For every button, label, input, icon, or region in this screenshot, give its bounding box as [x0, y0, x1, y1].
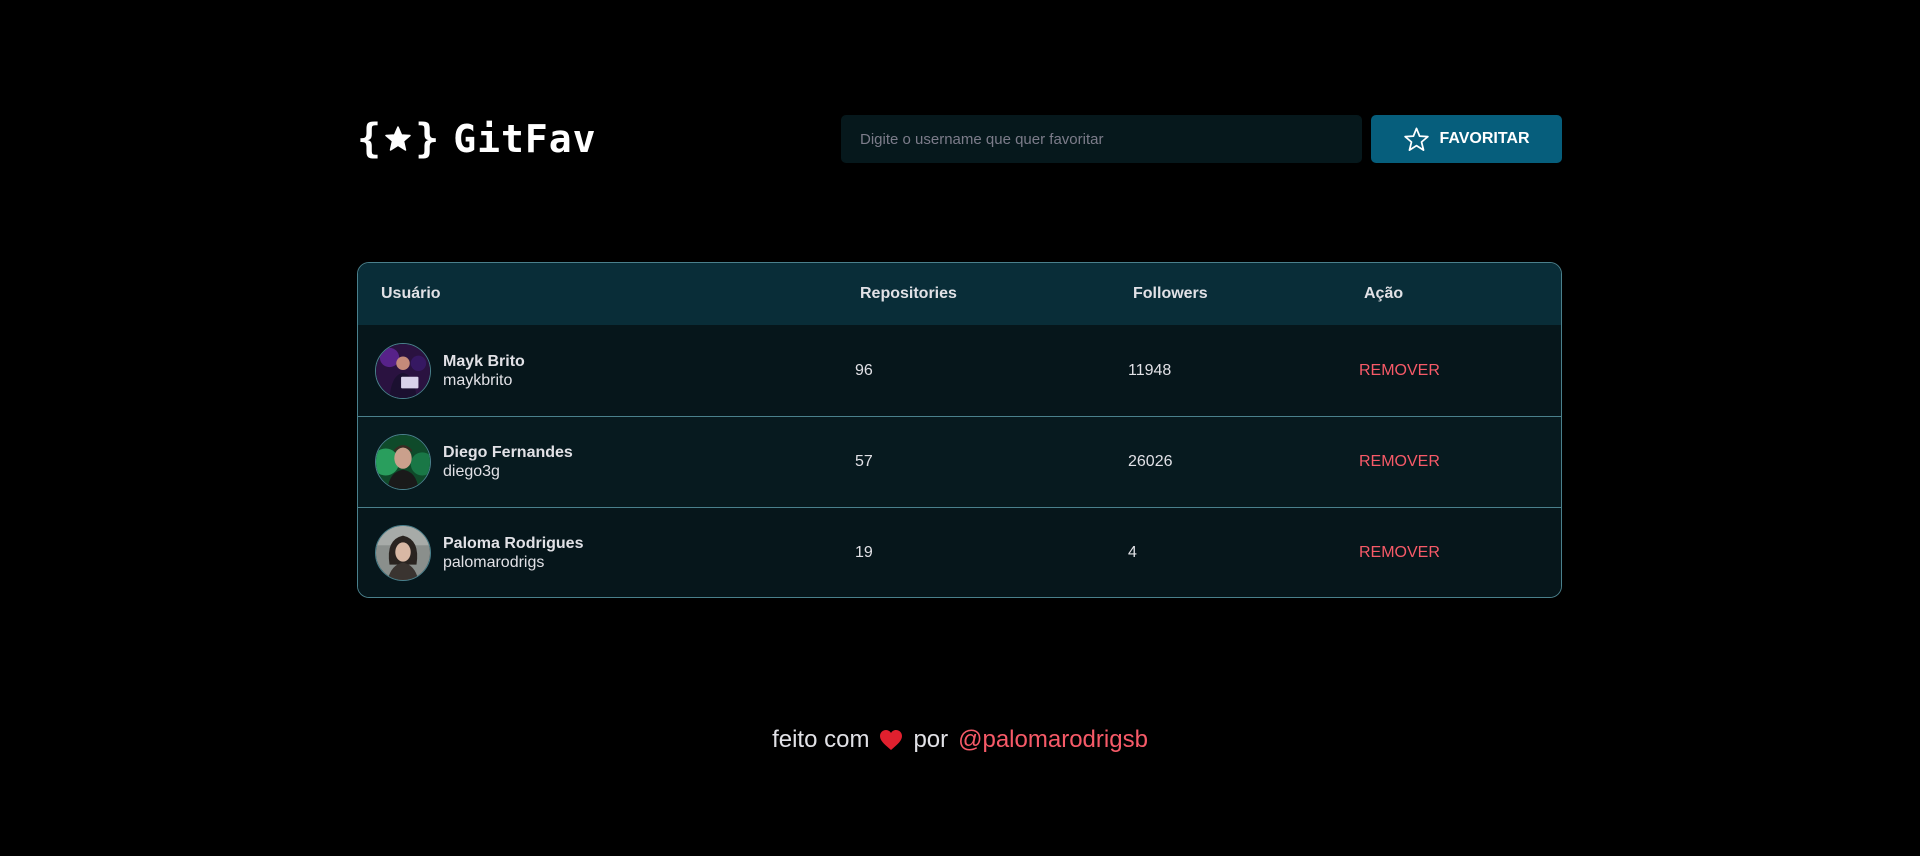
app-logo: { } GitFav — [357, 115, 596, 163]
table-row: Diego Fernandes diego3g 57 26026 REMOVER — [358, 416, 1561, 507]
repositories-cell: 57 — [855, 453, 873, 470]
table-header: Usuário Repositories Followers Ação — [358, 263, 1561, 325]
user-info: Paloma Rodrigues palomarodrigs — [443, 534, 583, 572]
heart-icon — [879, 729, 903, 751]
remove-button[interactable]: REMOVER — [1359, 544, 1440, 562]
action-cell: REMOVER — [1359, 417, 1440, 507]
action-cell: REMOVER — [1359, 508, 1440, 597]
followers-cell: 11948 — [1128, 361, 1172, 379]
username-search-input[interactable] — [841, 115, 1362, 163]
table-row: Paloma Rodrigues palomarodrigs 19 4 REMO… — [358, 507, 1561, 597]
user-cell: Mayk Brito maykbrito — [375, 325, 525, 416]
user-name: Paloma Rodrigues — [443, 535, 584, 552]
column-header-user: Usuário — [381, 285, 441, 302]
avatar[interactable] — [375, 434, 431, 490]
user-login: diego3g — [443, 463, 500, 480]
user-name: Diego Fernandes — [443, 444, 573, 461]
app-title: GitFav — [453, 117, 597, 161]
star-outline-icon — [1404, 127, 1430, 151]
avatar[interactable] — [375, 342, 431, 399]
repositories-cell: 19 — [855, 544, 873, 561]
remove-button[interactable]: REMOVER — [1359, 362, 1440, 380]
followers-cell: 4 — [1128, 544, 1137, 561]
column-header-action: Ação — [1364, 285, 1404, 302]
search-bar: FAVORITAR — [841, 115, 1562, 163]
user-login: palomarodrigs — [443, 554, 545, 571]
user-name: Mayk Brito — [443, 352, 525, 370]
page-footer: feito com por @palomarodrigsb — [0, 726, 1920, 754]
user-info: Diego Fernandes diego3g — [443, 443, 573, 481]
author-link[interactable]: @palomarodrigsb — [958, 726, 1148, 754]
page-header: { } GitFav FAVORITAR — [357, 115, 1562, 163]
column-header-followers: Followers — [1133, 285, 1208, 302]
remove-button[interactable]: REMOVER — [1359, 453, 1440, 471]
table-row: Mayk Brito maykbrito 96 11948 REMOVER — [358, 325, 1561, 416]
footer-middle: por — [913, 726, 949, 753]
favorite-button-label: FAVORITAR — [1439, 130, 1530, 147]
star-braces-icon: { } — [357, 116, 440, 162]
footer-prefix: feito com — [772, 726, 870, 753]
followers-cell: 26026 — [1128, 453, 1173, 470]
action-cell: REMOVER — [1359, 325, 1440, 416]
favorites-table: Usuário Repositories Followers Ação Mayk… — [357, 262, 1562, 598]
user-cell: Diego Fernandes diego3g — [375, 417, 573, 507]
column-header-repositories: Repositories — [860, 285, 957, 302]
user-cell: Paloma Rodrigues palomarodrigs — [375, 508, 583, 597]
user-login: maykbrito — [443, 371, 513, 389]
repositories-cell: 96 — [855, 361, 873, 379]
avatar[interactable] — [375, 525, 431, 581]
favorite-button[interactable]: FAVORITAR — [1371, 115, 1562, 163]
user-info: Mayk Brito maykbrito — [443, 352, 525, 390]
